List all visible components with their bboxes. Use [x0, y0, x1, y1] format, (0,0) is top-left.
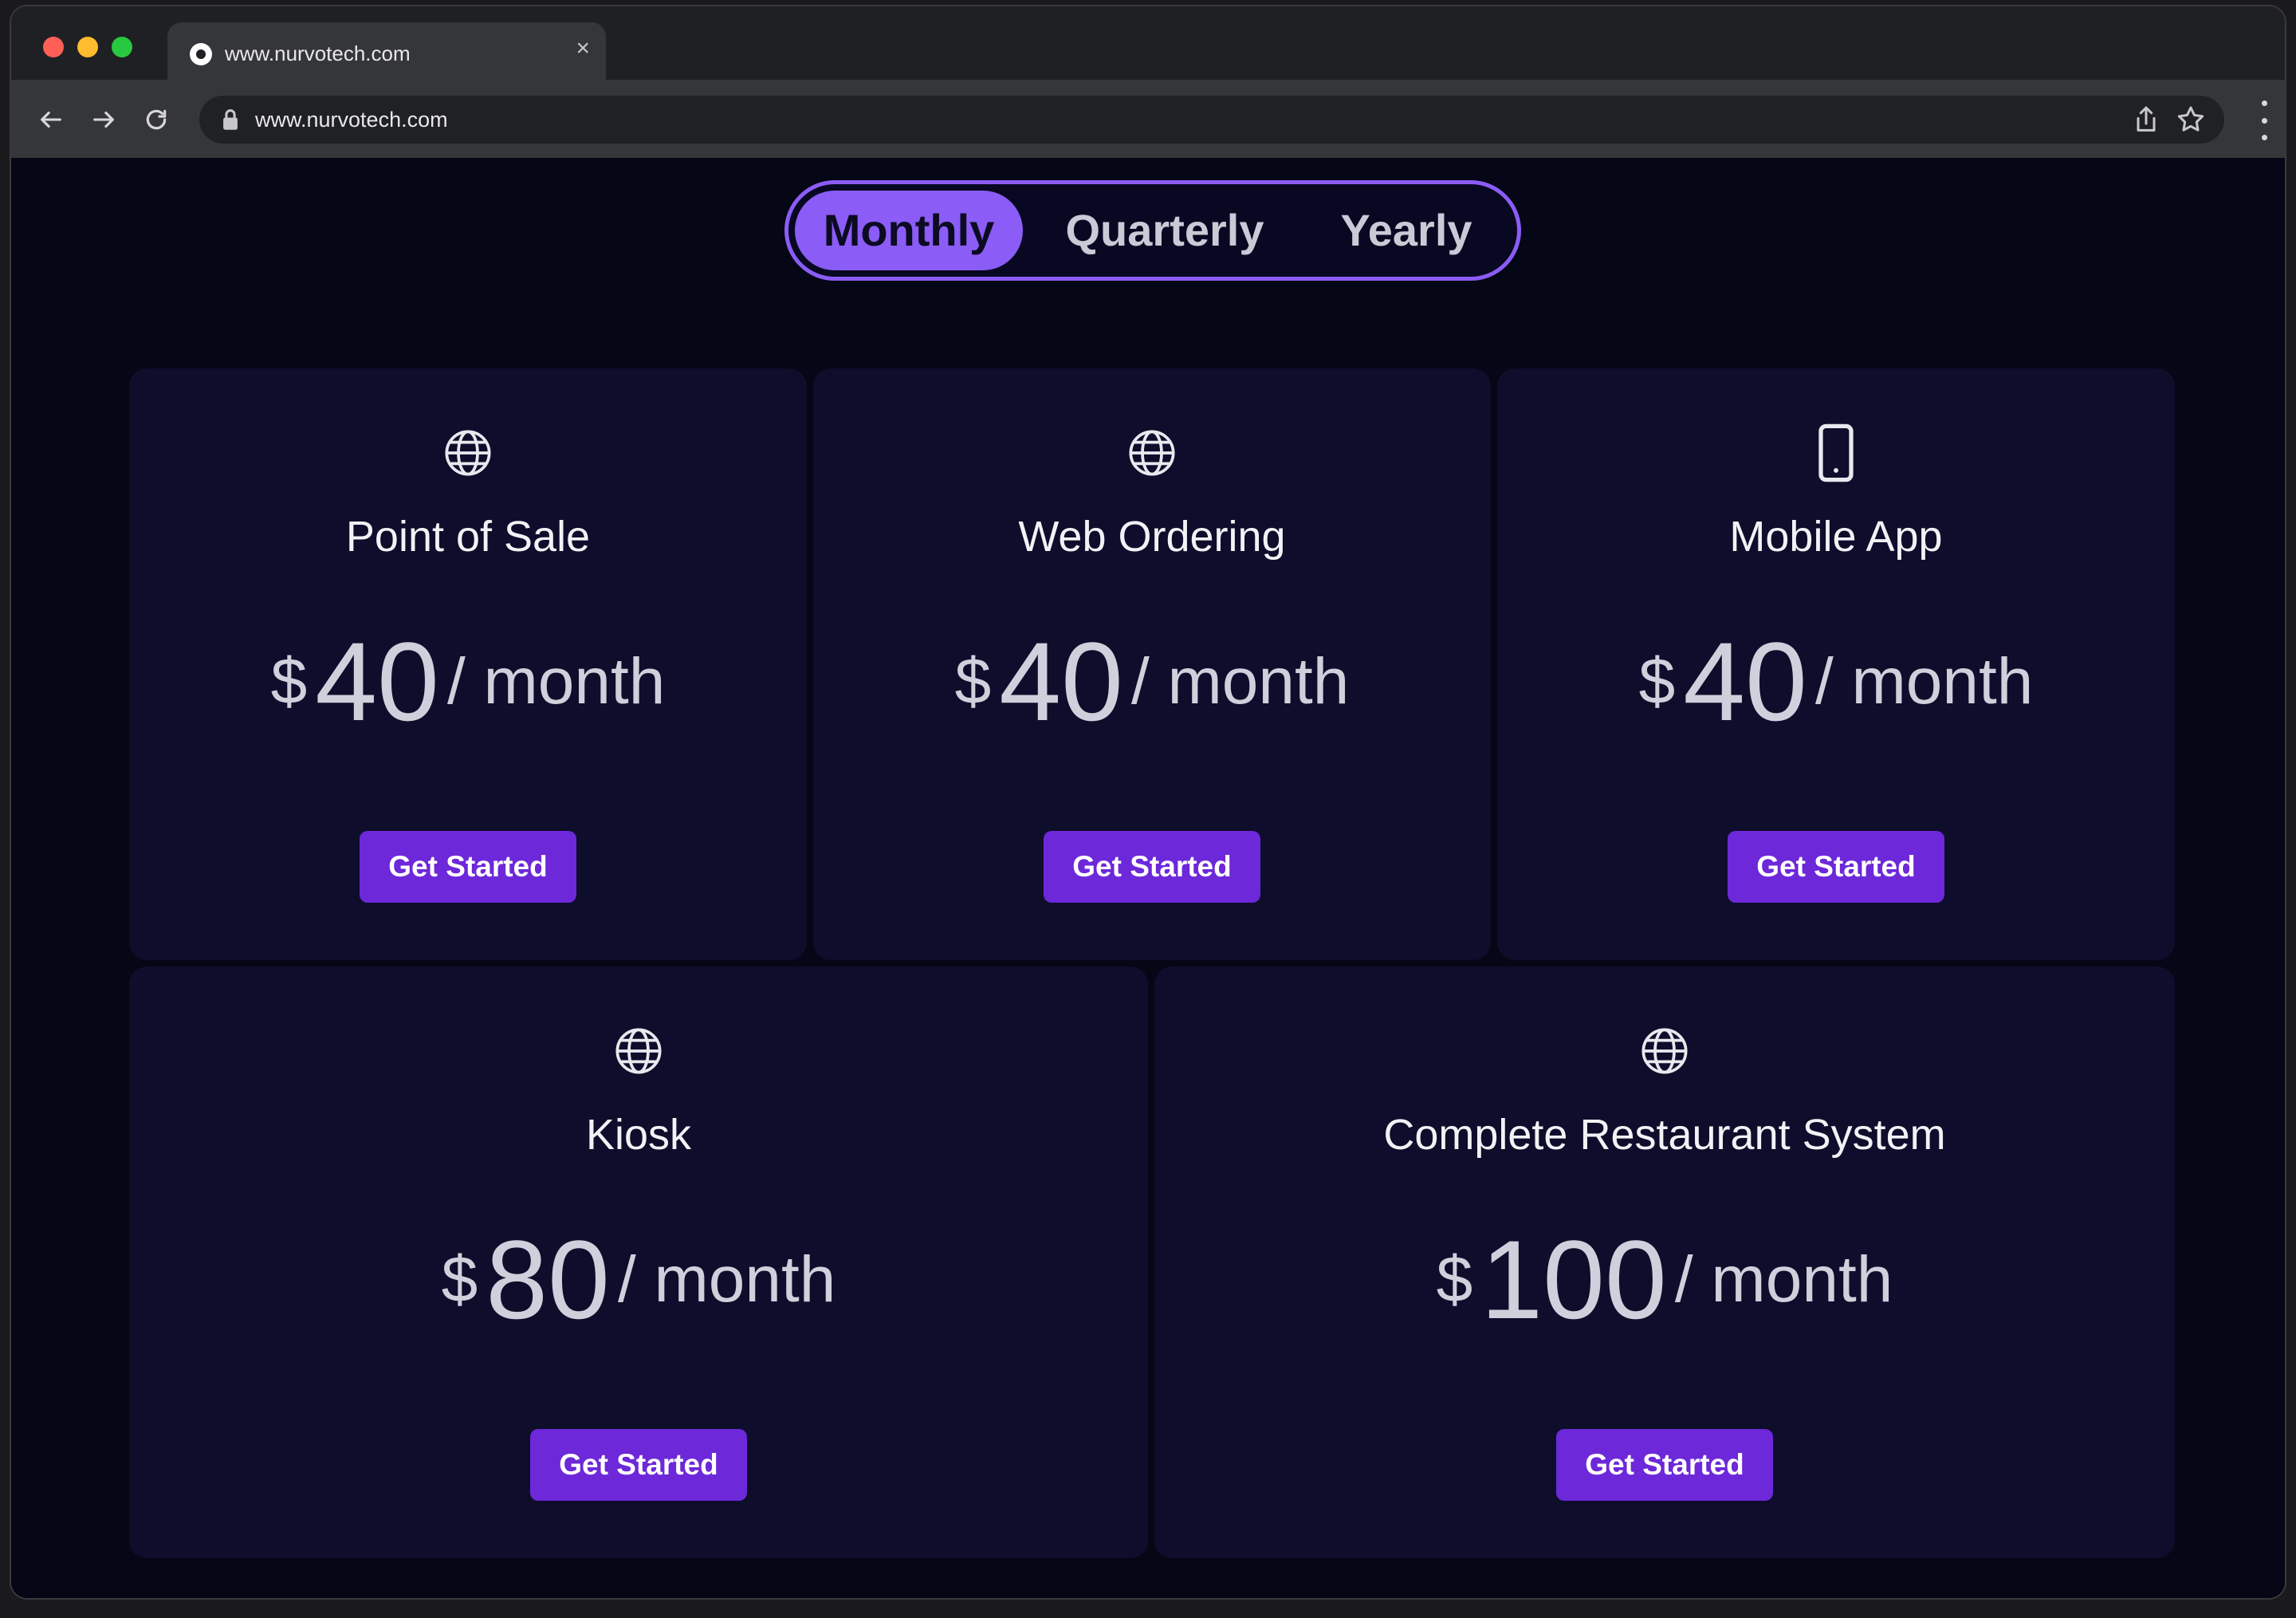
browser-toolbar: www.nurvotech.com: [11, 80, 2285, 158]
plan-price: $40/ month: [1497, 617, 2175, 746]
bookmark-star-icon[interactable]: [2175, 104, 2207, 136]
price-amount: 80: [486, 1217, 610, 1342]
maximize-window-button[interactable]: [112, 37, 132, 57]
toggle-option-yearly[interactable]: Yearly: [1299, 184, 1514, 277]
price-amount: 40: [1683, 619, 1807, 744]
pricing-page: Monthly Quarterly Yearly Point of Sale $…: [11, 158, 2285, 1598]
plan-title: Web Ordering: [1018, 513, 1286, 561]
close-window-button[interactable]: [43, 37, 64, 57]
price-currency: $: [954, 645, 992, 718]
forward-arrow-icon[interactable]: [80, 96, 128, 144]
browser-tab[interactable]: www.nurvotech.com ×: [167, 22, 606, 81]
plan-price: $100/ month: [1154, 1215, 2175, 1344]
browser-menu-icon[interactable]: [2259, 100, 2269, 140]
get-started-button[interactable]: Get Started: [1728, 831, 1944, 903]
price-period: / month: [1674, 1243, 1893, 1316]
price-amount: 40: [999, 619, 1123, 744]
price-period: / month: [617, 1243, 836, 1316]
globe-icon: [615, 1028, 662, 1074]
plan-price: $40/ month: [129, 617, 807, 746]
mobile-phone-icon: [1818, 423, 1854, 482]
url-text: www.nurvotech.com: [255, 108, 448, 132]
globe-icon: [445, 430, 491, 476]
browser-window: www.nurvotech.com × www.nurvotech.com Mo…: [10, 5, 2286, 1600]
price-period: / month: [1814, 645, 2034, 718]
price-currency: $: [1638, 645, 1676, 718]
tab-title: www.nurvotech.com: [225, 41, 411, 65]
tab-close-icon[interactable]: ×: [576, 37, 590, 61]
plan-price: $40/ month: [813, 617, 1491, 746]
globe-icon: [1641, 1028, 1688, 1074]
lock-icon: [223, 109, 238, 130]
get-started-button[interactable]: Get Started: [1044, 831, 1260, 903]
toggle-option-quarterly[interactable]: Quarterly: [1052, 184, 1278, 277]
price-currency: $: [270, 645, 308, 718]
plan-card-complete-restaurant-system: Complete Restaurant System $100/ month G…: [1154, 966, 2175, 1558]
plan-title: Kiosk: [585, 1111, 692, 1159]
price-currency: $: [441, 1243, 478, 1316]
plan-card-kiosk: Kiosk $80/ month Get Started: [129, 966, 1148, 1558]
price-amount: 40: [315, 619, 439, 744]
plan-card-point-of-sale: Point of Sale $40/ month Get Started: [129, 368, 807, 960]
toggle-option-monthly[interactable]: Monthly: [795, 184, 1023, 277]
back-arrow-icon[interactable]: [27, 96, 75, 144]
reload-icon[interactable]: [132, 96, 180, 144]
price-amount: 100: [1480, 1217, 1667, 1342]
globe-icon: [1129, 430, 1175, 476]
get-started-button[interactable]: Get Started: [530, 1429, 747, 1501]
plan-title: Mobile App: [1729, 513, 1943, 561]
price-period: / month: [1130, 645, 1350, 718]
plan-card-web-ordering: Web Ordering $40/ month Get Started: [813, 368, 1491, 960]
get-started-button[interactable]: Get Started: [360, 831, 576, 903]
share-icon[interactable]: [2130, 104, 2162, 136]
get-started-button[interactable]: Get Started: [1556, 1429, 1773, 1501]
price-period: / month: [446, 645, 666, 718]
tab-strip: www.nurvotech.com ×: [11, 6, 2285, 81]
price-currency: $: [1436, 1243, 1473, 1316]
favicon-icon: [190, 43, 212, 65]
billing-period-toggle: Monthly Quarterly Yearly: [784, 180, 1521, 281]
plan-price: $80/ month: [129, 1215, 1148, 1344]
minimize-window-button[interactable]: [77, 37, 98, 57]
address-bar[interactable]: www.nurvotech.com: [199, 96, 2224, 144]
plan-title: Complete Restaurant System: [1383, 1111, 1946, 1159]
plan-title: Point of Sale: [345, 513, 591, 561]
plan-card-mobile-app: Mobile App $40/ month Get Started: [1497, 368, 2175, 960]
